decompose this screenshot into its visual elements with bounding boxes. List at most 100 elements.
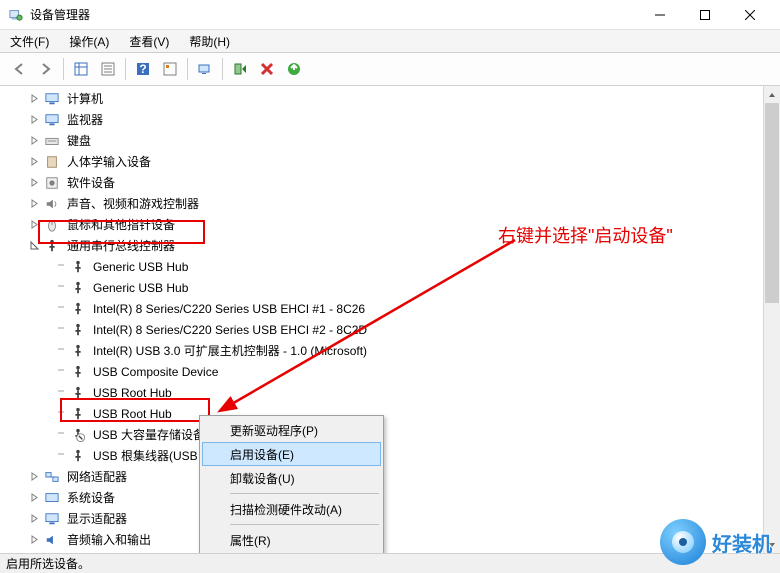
menu-view[interactable]: 查看(V) xyxy=(123,31,175,52)
tree-child-node[interactable]: USB 大容量存储设备 xyxy=(10,424,780,445)
watermark-text: 好装机 xyxy=(712,528,772,557)
expander-icon[interactable] xyxy=(28,198,40,210)
tree-node-label: 通用串行总线控制器 xyxy=(64,236,178,255)
close-button[interactable] xyxy=(727,0,772,30)
disable-button[interactable] xyxy=(254,56,280,82)
tree-child-node[interactable]: Generic USB Hub xyxy=(10,256,780,277)
mouse-icon xyxy=(44,217,60,233)
help-button[interactable]: ? xyxy=(130,56,156,82)
tree-child-node[interactable]: Generic USB Hub xyxy=(10,277,780,298)
tree-leaf-bullet xyxy=(58,408,66,420)
device-tree[interactable]: 计算机监视器键盘人体学输入设备软件设备声音、视频和游戏控制器鼠标和其他指针设备通… xyxy=(0,86,780,553)
hid-icon xyxy=(44,154,60,170)
tree-node[interactable]: 系统设备 xyxy=(10,487,780,508)
tree-child-node[interactable]: Intel(R) 8 Series/C220 Series USB EHCI #… xyxy=(10,298,780,319)
tree-node[interactable]: 人体学输入设备 xyxy=(10,151,780,172)
display-icon xyxy=(44,511,60,527)
back-button[interactable] xyxy=(6,56,32,82)
tree-node[interactable]: 监视器 xyxy=(10,109,780,130)
tree-child-node[interactable]: USB Root Hub xyxy=(10,403,780,424)
usb-icon xyxy=(70,343,86,359)
tree-node-label: 软件设备 xyxy=(64,173,118,192)
usb-icon xyxy=(70,406,86,422)
tree-leaf-bullet xyxy=(58,366,66,378)
expander-icon[interactable] xyxy=(28,93,40,105)
menu-file[interactable]: 文件(F) xyxy=(4,31,55,52)
expander-icon[interactable] xyxy=(28,135,40,147)
tree-child-node[interactable]: USB Root Hub xyxy=(10,382,780,403)
tree-node-label: USB Composite Device xyxy=(90,364,221,380)
properties-button[interactable] xyxy=(157,56,183,82)
tree-node-label: USB Root Hub xyxy=(90,406,175,422)
scroll-up-button[interactable] xyxy=(764,86,780,103)
tree-leaf-bullet xyxy=(58,282,66,294)
menu-bar: 文件(F) 操作(A) 查看(V) 帮助(H) xyxy=(0,30,780,52)
ctx-separator-1 xyxy=(230,493,379,494)
tree-node-label: Intel(R) USB 3.0 可扩展主机控制器 - 1.0 (Microso… xyxy=(90,341,370,360)
annotation-text: 右键并选择"启动设备" xyxy=(498,222,673,248)
tree-child-node[interactable]: USB 根集线器(USB xyxy=(10,445,780,466)
expander-icon[interactable] xyxy=(28,177,40,189)
tree-node-label: 计算机 xyxy=(64,89,106,108)
tree-leaf-bullet xyxy=(58,450,66,462)
tree-node[interactable]: 声音、视频和游戏控制器 xyxy=(10,193,780,214)
ctx-scan-hardware[interactable]: 扫描检测硬件改动(A) xyxy=(202,497,381,521)
tree-node-label: 显示适配器 xyxy=(64,509,130,528)
tree-node-label: Intel(R) 8 Series/C220 Series USB EHCI #… xyxy=(90,301,368,317)
toolbar: ? xyxy=(0,52,780,86)
ctx-enable-device[interactable]: 启用设备(E) xyxy=(202,442,381,466)
ctx-update-driver[interactable]: 更新驱动程序(P) xyxy=(202,418,381,442)
usb-icon xyxy=(70,280,86,296)
usb-icon xyxy=(70,259,86,275)
network-icon xyxy=(44,469,60,485)
usb-icon xyxy=(70,427,86,443)
tree-child-node[interactable]: Intel(R) 8 Series/C220 Series USB EHCI #… xyxy=(10,319,780,340)
monitor-icon xyxy=(44,112,60,128)
tree-node[interactable]: 计算机 xyxy=(10,88,780,109)
enable-button[interactable] xyxy=(281,56,307,82)
expander-icon[interactable] xyxy=(28,219,40,231)
title-bar: 设备管理器 xyxy=(0,0,780,30)
minimize-button[interactable] xyxy=(637,0,682,30)
toolbar-btn-1[interactable] xyxy=(68,56,94,82)
tree-child-node[interactable]: USB Composite Device xyxy=(10,361,780,382)
expander-icon[interactable] xyxy=(28,156,40,168)
tree-node[interactable]: 网络适配器 xyxy=(10,466,780,487)
menu-help[interactable]: 帮助(H) xyxy=(183,31,236,52)
forward-button[interactable] xyxy=(33,56,59,82)
context-menu: 更新驱动程序(P) 启用设备(E) 卸载设备(U) 扫描检测硬件改动(A) 属性… xyxy=(199,415,384,555)
devmgr-icon xyxy=(8,7,24,23)
tree-node-label: Intel(R) 8 Series/C220 Series USB EHCI #… xyxy=(90,322,370,338)
toolbar-btn-2[interactable] xyxy=(95,56,121,82)
update-driver-button[interactable] xyxy=(227,56,253,82)
tree-child-node[interactable]: Intel(R) USB 3.0 可扩展主机控制器 - 1.0 (Microso… xyxy=(10,340,780,361)
tree-leaf-bullet xyxy=(58,261,66,273)
tree-node[interactable]: 软件设备 xyxy=(10,172,780,193)
tree-node-label: USB Root Hub xyxy=(90,385,175,401)
ctx-separator-2 xyxy=(230,524,379,525)
watermark-logo-icon xyxy=(660,519,706,565)
expander-icon[interactable] xyxy=(28,534,40,546)
scan-button[interactable] xyxy=(192,56,218,82)
tree-node-label: 监视器 xyxy=(64,110,106,129)
maximize-button[interactable] xyxy=(682,0,727,30)
expander-icon[interactable] xyxy=(28,240,40,252)
expander-icon[interactable] xyxy=(28,492,40,504)
scroll-thumb[interactable] xyxy=(765,103,779,303)
expander-icon[interactable] xyxy=(28,513,40,525)
menu-action[interactable]: 操作(A) xyxy=(63,31,115,52)
vertical-scrollbar[interactable] xyxy=(763,86,780,553)
ctx-uninstall-device[interactable]: 卸载设备(U) xyxy=(202,466,381,490)
tree-node[interactable]: 键盘 xyxy=(10,130,780,151)
expander-icon[interactable] xyxy=(28,114,40,126)
ctx-properties[interactable]: 属性(R) xyxy=(202,528,381,552)
tree-leaf-bullet xyxy=(58,387,66,399)
usb-icon xyxy=(70,385,86,401)
expander-icon[interactable] xyxy=(28,471,40,483)
svg-text:?: ? xyxy=(139,62,146,76)
system-icon xyxy=(44,490,60,506)
keyboard-icon xyxy=(44,133,60,149)
tree-node-label: Generic USB Hub xyxy=(90,280,191,296)
tree-node-label: USB 根集线器(USB xyxy=(90,446,201,465)
usb-icon xyxy=(70,364,86,380)
